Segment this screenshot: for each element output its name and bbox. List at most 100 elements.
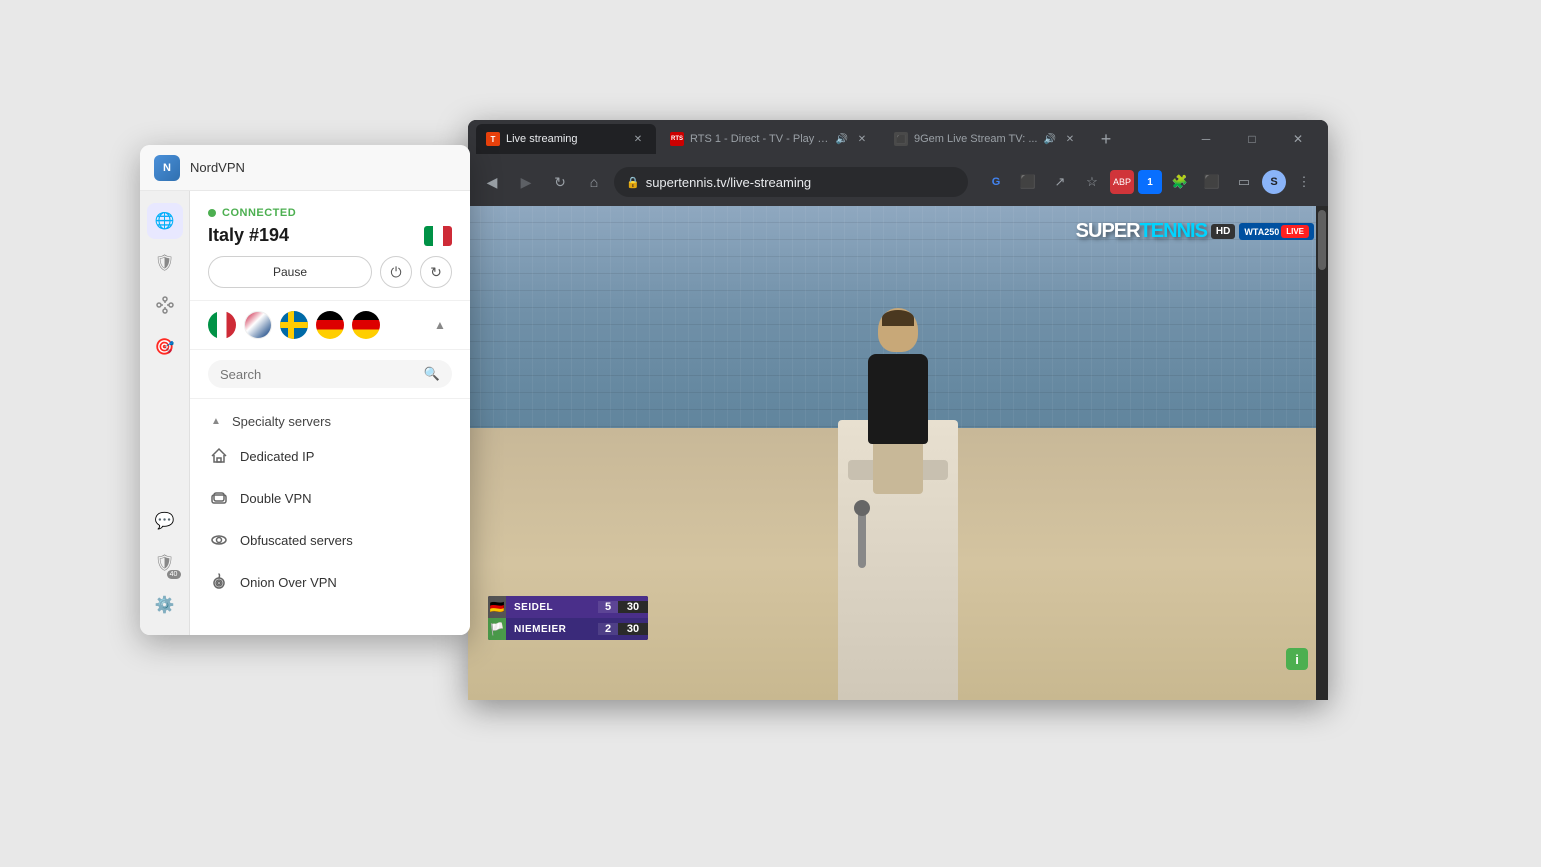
sidebar-item-globe[interactable]: 🌐 bbox=[147, 203, 183, 239]
omnibox-icons: G ⬛ ↗ ☆ ABP 1 🧩 ⬛ ▭ S ⋮ bbox=[982, 168, 1318, 196]
connected-label: CONNECTED bbox=[208, 207, 452, 219]
score-row-player1: 🇩🇪 SEIDEL 5 30 bbox=[488, 596, 648, 618]
server-row: Italy #194 bbox=[208, 225, 452, 246]
flag-red bbox=[443, 226, 452, 246]
sidebar-item-settings[interactable]: ⚙️ bbox=[147, 587, 183, 623]
password-icon[interactable]: ABP bbox=[1110, 170, 1134, 194]
new-tab-button[interactable]: + bbox=[1092, 125, 1120, 153]
power-button[interactable]: ⏻ bbox=[380, 256, 412, 288]
player1-name: SEIDEL bbox=[506, 602, 598, 613]
person-body bbox=[868, 354, 928, 444]
flag-green bbox=[424, 226, 433, 246]
search-section: 🔍 bbox=[190, 350, 470, 399]
reconnect-button[interactable]: ↻ bbox=[420, 256, 452, 288]
tab-3-close[interactable]: ✕ bbox=[1062, 131, 1078, 147]
sidebar-item-mesh[interactable] bbox=[147, 287, 183, 323]
flag-white bbox=[433, 226, 442, 246]
maximize-button[interactable]: □ bbox=[1230, 124, 1274, 154]
super-tennis-logo: SUPERTENNIS HD WTA250 LIVE bbox=[1076, 220, 1314, 243]
flag-germany1[interactable] bbox=[316, 311, 344, 339]
chevron-up-icon: ▲ bbox=[208, 413, 224, 429]
1password-icon[interactable]: 1 bbox=[1138, 170, 1162, 194]
nordvpn-titlebar: N NordVPN bbox=[140, 145, 470, 191]
house-icon bbox=[210, 447, 228, 465]
notification-badge: 40 bbox=[167, 570, 181, 579]
menu-list: ▲ Specialty servers Dedicated IP bbox=[190, 399, 470, 635]
video-background: SUPERTENNIS HD WTA250 LIVE 🇩🇪 SEIDEL 5 3… bbox=[468, 206, 1328, 700]
back-button[interactable]: ◀ bbox=[478, 168, 506, 196]
nordvpn-title: NordVPN bbox=[190, 160, 245, 175]
cast-icon[interactable]: ▭ bbox=[1230, 168, 1258, 196]
connected-dot bbox=[208, 209, 216, 217]
home-button[interactable]: ⌂ bbox=[580, 168, 608, 196]
specialty-servers-header[interactable]: ▲ Specialty servers bbox=[190, 403, 470, 435]
minimize-button[interactable]: ─ bbox=[1184, 124, 1228, 154]
menu-item-obfuscated[interactable]: Obfuscated servers bbox=[190, 519, 470, 561]
sidebar-item-target[interactable]: 🎯 bbox=[147, 329, 183, 365]
sidebar-item-shield[interactable]: 🛡 bbox=[147, 245, 183, 281]
flag-korea[interactable] bbox=[244, 311, 272, 339]
browser-titlebar: T Live streaming ✕ RTS RTS 1 - Direct - … bbox=[468, 120, 1328, 158]
tab-9gem[interactable]: ⬛ 9Gem Live Stream TV: ... 🔊 ✕ bbox=[884, 124, 1088, 154]
google-icon[interactable]: G bbox=[982, 168, 1010, 196]
flag-row: ▲ bbox=[190, 301, 470, 350]
menu-item-double-vpn[interactable]: Double VPN bbox=[190, 477, 470, 519]
reload-button[interactable]: ↻ bbox=[546, 168, 574, 196]
browser-omnibox: ◀ ▶ ↻ ⌂ 🔒 supertennis.tv/live-streaming … bbox=[468, 158, 1328, 206]
court-area bbox=[468, 428, 1328, 700]
dedicated-ip-label: Dedicated IP bbox=[240, 449, 314, 464]
connected-text: CONNECTED bbox=[222, 207, 296, 219]
tab-2-close[interactable]: ✕ bbox=[854, 131, 870, 147]
browser-window: T Live streaming ✕ RTS RTS 1 - Direct - … bbox=[468, 120, 1328, 700]
address-bar[interactable]: 🔒 supertennis.tv/live-streaming bbox=[614, 167, 968, 197]
hd-badge: HD bbox=[1211, 224, 1235, 239]
tab-2-favicon: RTS bbox=[670, 132, 684, 146]
close-button[interactable]: ✕ bbox=[1276, 124, 1320, 154]
connected-section: CONNECTED Italy #194 Pause ⏻ ↻ bbox=[190, 191, 470, 301]
browser-scrollbar[interactable] bbox=[1316, 206, 1328, 700]
wta-badge: WTA250 LIVE bbox=[1239, 223, 1314, 240]
tab-1-favicon: T bbox=[486, 132, 500, 146]
forward-button[interactable]: ▶ bbox=[512, 168, 540, 196]
person-figure bbox=[858, 308, 938, 488]
info-icon[interactable]: i bbox=[1286, 648, 1308, 670]
save-tab-icon[interactable]: ⬛ bbox=[1198, 168, 1226, 196]
specialty-servers-label: Specialty servers bbox=[232, 414, 331, 429]
player2-name: NIEMEIER bbox=[506, 624, 598, 635]
person-hair bbox=[882, 310, 914, 326]
flag-italy[interactable] bbox=[208, 311, 236, 339]
player1-set: 5 bbox=[598, 601, 618, 613]
tab-rts[interactable]: RTS RTS 1 - Direct - TV - Play R... 🔊 ✕ bbox=[660, 124, 880, 154]
tab-live-streaming[interactable]: T Live streaming ✕ bbox=[476, 124, 656, 154]
share-icon[interactable]: ↗ bbox=[1046, 168, 1074, 196]
person-legs bbox=[873, 444, 923, 494]
menu-item-onion[interactable]: Onion Over VPN bbox=[190, 561, 470, 603]
microphone bbox=[858, 508, 866, 568]
tab-1-close[interactable]: ✕ bbox=[630, 131, 646, 147]
sidebar-item-shield2[interactable]: 🛡 40 bbox=[147, 545, 183, 581]
extensions-icon[interactable]: 🧩 bbox=[1166, 168, 1194, 196]
nordvpn-sidebar: 🌐 🛡 🎯 💬 🛡 bbox=[140, 191, 190, 635]
search-input[interactable] bbox=[220, 367, 416, 382]
scrollbar-thumb[interactable] bbox=[1318, 210, 1326, 270]
flag-sweden[interactable] bbox=[280, 311, 308, 339]
tab-3-label: 9Gem Live Stream TV: ... bbox=[914, 133, 1038, 145]
menu-icon[interactable]: ⋮ bbox=[1290, 168, 1318, 196]
translate-icon[interactable]: ⬛ bbox=[1014, 168, 1042, 196]
bookmark-icon[interactable]: ☆ bbox=[1078, 168, 1106, 196]
window-controls: ─ □ ✕ bbox=[1184, 124, 1320, 154]
super-tennis-text: SUPERTENNIS bbox=[1076, 220, 1207, 243]
flag-germany2[interactable] bbox=[352, 311, 380, 339]
search-icon[interactable]: 🔍 bbox=[424, 366, 440, 382]
sidebar-item-chat[interactable]: 💬 bbox=[147, 503, 183, 539]
server-name: Italy #194 bbox=[208, 225, 289, 246]
player1-flag: 🇩🇪 bbox=[488, 596, 506, 618]
nordvpn-main: CONNECTED Italy #194 Pause ⏻ ↻ bbox=[190, 191, 470, 635]
menu-item-dedicated-ip[interactable]: Dedicated IP bbox=[190, 435, 470, 477]
search-box: 🔍 bbox=[208, 360, 452, 388]
onion-svg-icon bbox=[210, 573, 228, 591]
pause-button[interactable]: Pause bbox=[208, 256, 372, 288]
profile-avatar[interactable]: S bbox=[1262, 170, 1286, 194]
expand-flags-button[interactable]: ▲ bbox=[428, 313, 452, 337]
url-text: supertennis.tv/live-streaming bbox=[646, 175, 811, 190]
